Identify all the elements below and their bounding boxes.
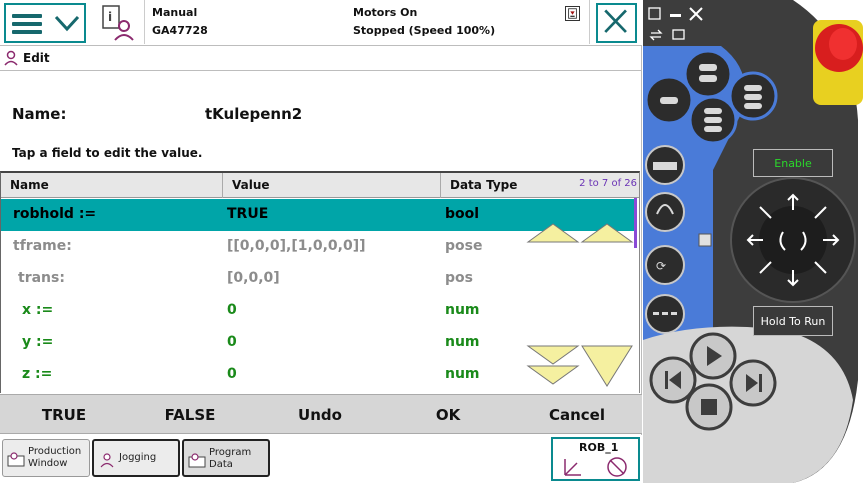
small-square-icon [698,233,712,247]
motors-state: Motors On [353,6,418,19]
page-indicator: 2 to 7 of 26 [579,178,637,189]
task-label-2: Window [28,458,68,469]
hamburger-icon [12,14,42,34]
task-production-window[interactable]: Production Window [2,439,90,477]
flexpendant-window: i Manual GA47728 Motors On Stopped (Spee… [0,0,864,483]
scroll-up-buttons[interactable] [526,222,636,244]
row-value: TRUE [227,206,269,222]
column-header-value[interactable]: Value [223,173,441,198]
scroll-up-icon [526,223,580,243]
row-type: pos [445,270,473,286]
hold-to-run-label: Hold To Run [760,315,826,328]
hold-to-run-button[interactable]: Hold To Run [753,306,833,336]
joystick-icon [730,177,856,303]
controller-name: GA47728 [152,24,208,37]
ok-button[interactable]: OK [398,395,498,435]
chevron-down-icon [54,15,80,32]
row-value: 0 [227,366,237,382]
pendant-hardware: ⟳ Enable Hold To Run [643,0,864,483]
page-down-icon [526,345,580,365]
row-name: trans: [18,270,65,286]
command-bar: TRUE FALSE Undo OK Cancel [0,394,642,434]
row-value: 0 [227,334,237,350]
abb-menu-button[interactable] [4,3,86,43]
program-data-icon [188,453,206,468]
tab-edit[interactable]: Edit [4,48,50,68]
hint-text: Tap a field to edit the value. [12,146,203,160]
program-state: Stopped (Speed 100%) [353,24,496,37]
close-icon [604,9,627,33]
scroll-down-buttons[interactable] [526,344,636,388]
event-log-user-icon[interactable]: i [100,4,138,42]
false-button[interactable]: FALSE [140,395,240,435]
row-type: bool [445,206,480,222]
table-row[interactable]: trans: [0,0,0] pos [1,263,637,295]
cancel-button[interactable]: Cancel [527,395,627,435]
row-value: [0,0,0] [227,270,280,286]
emergency-stop-icon [813,20,863,105]
status-flag-icon[interactable] [565,6,580,21]
operating-mode: Manual [152,6,198,19]
svg-text:⟳: ⟳ [656,259,666,273]
coordinate-system-icon [564,457,627,477]
enable-label: Enable [774,157,812,170]
task-jogging[interactable]: Jogging [92,439,180,477]
edit-user-icon [4,50,18,66]
row-type: num [445,302,480,318]
close-button[interactable] [596,3,637,43]
page-up-icon [580,223,634,243]
top-bar: i Manual GA47728 Motors On Stopped (Spee… [0,0,642,46]
pendant-body: ⟳ [643,0,863,483]
true-button[interactable]: TRUE [14,395,114,435]
mechanical-unit-button[interactable]: ROB_1 [551,437,640,481]
data-name-value: tKulepenn2 [205,105,303,123]
row-value: 0 [227,302,237,318]
jogging-icon [100,453,114,468]
undo-button[interactable]: Undo [270,395,370,435]
tab-divider [0,70,642,71]
row-type: pose [445,238,483,254]
task-label: Production [28,446,82,457]
svg-text:i: i [108,10,112,24]
production-window-icon [7,452,25,467]
status-bar[interactable]: Manual GA47728 Motors On Stopped (Speed … [144,0,590,44]
run-buttons [643,326,853,483]
row-type: num [445,366,480,382]
minimize-icon [670,14,681,17]
row-name: y := [22,334,54,350]
task-label: Program [209,447,252,458]
row-type: num [445,334,480,350]
row-name: z := [22,366,53,382]
task-label-2: Data [209,459,233,470]
row-name: x := [22,302,54,318]
row-name: robhold := [13,206,97,222]
pendant-screen: i Manual GA47728 Motors On Stopped (Spee… [0,0,642,483]
taskbar: Production Window Jogging Program Data R… [0,435,642,483]
enable-button[interactable]: Enable [753,149,833,177]
table-header: Name Value Data Type 2 to 7 of 26 [1,173,639,198]
page-down-icon-2 [526,365,580,385]
row-name: tframe: [13,238,72,254]
task-program-data[interactable]: Program Data [182,439,270,477]
tab-edit-label: Edit [23,51,50,65]
column-header-name[interactable]: Name [1,173,223,198]
table-row[interactable]: x := 0 num [1,295,637,327]
row-value: [[0,0,0],[1,0,0,0]] [227,238,366,254]
name-label: Name: [12,105,67,123]
scroll-down-icon [581,345,633,387]
task-label: Jogging [119,452,157,463]
